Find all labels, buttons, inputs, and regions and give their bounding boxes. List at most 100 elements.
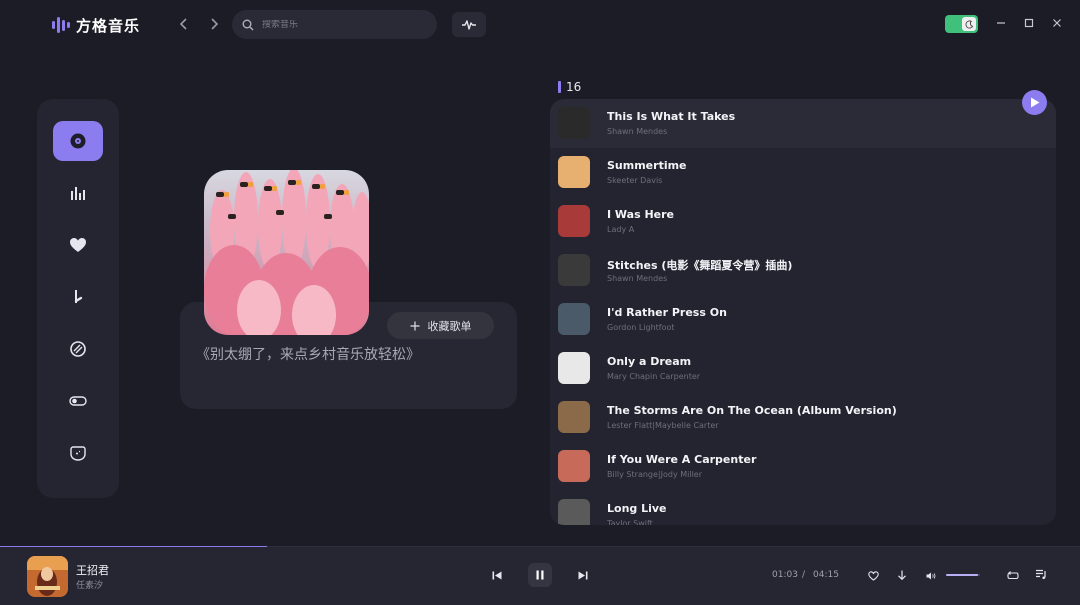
sidebar-item-music[interactable] xyxy=(53,277,103,317)
disc-icon xyxy=(70,133,86,149)
track-artist: Taylor Swift xyxy=(607,519,653,525)
track-title: If You Were A Carpenter xyxy=(607,453,757,466)
track-title: Only a Dream xyxy=(607,355,692,368)
track-artist: Lester Flatt|Maybelle Carter xyxy=(607,421,719,430)
playlist-description: 《别太绷了，来点乡村音乐放轻松》 xyxy=(196,347,420,363)
audio-wave-button[interactable] xyxy=(452,12,486,37)
toggle-icon xyxy=(69,396,87,406)
sidebar xyxy=(37,99,119,498)
pause-button[interactable] xyxy=(528,563,552,587)
app-logo: 方格音乐 xyxy=(52,14,140,36)
track-row[interactable]: I Was Here Lady A xyxy=(550,197,1056,246)
search-icon xyxy=(242,19,254,30)
track-title: I Was Here xyxy=(607,208,675,221)
track-artist: Gordon Lightfoot xyxy=(607,323,675,332)
logo-icon xyxy=(52,16,70,34)
next-button[interactable] xyxy=(575,568,591,582)
sidebar-item-albums[interactable] xyxy=(53,329,103,369)
music-note-icon xyxy=(74,290,83,303)
track-artist: Shawn Mendes xyxy=(607,274,668,283)
sidebar-item-settings-toggle[interactable] xyxy=(53,381,103,421)
total-time: 04:15 xyxy=(813,570,839,580)
download-button[interactable] xyxy=(895,569,909,582)
track-thumbnail xyxy=(558,205,590,237)
badge-icon xyxy=(70,446,86,461)
track-thumbnail xyxy=(558,352,590,384)
track-row[interactable]: Summertime Skeeter Davis xyxy=(550,148,1056,197)
vinyl-icon xyxy=(70,341,86,357)
waveform-icon xyxy=(462,19,476,30)
plus-icon xyxy=(410,321,419,330)
minimize-button[interactable] xyxy=(993,15,1009,31)
track-count-value: 16 xyxy=(566,80,582,94)
search-input[interactable] xyxy=(262,19,412,30)
track-list: This Is What It Takes Shawn Mendes Summert… xyxy=(550,99,1056,525)
repeat-icon xyxy=(1007,570,1019,579)
now-playing-cover[interactable] xyxy=(27,556,68,597)
volume-icon xyxy=(926,572,936,579)
track-thumbnail xyxy=(558,401,590,433)
heart-outline-icon xyxy=(867,570,879,581)
chart-icon xyxy=(71,187,85,200)
track-title: This Is What It Takes xyxy=(607,110,736,123)
track-row[interactable]: Only a Dream Mary Chapin Carpenter xyxy=(550,344,1056,393)
track-artist: Lady A xyxy=(607,225,635,234)
playlist-cover xyxy=(204,170,369,335)
current-time: 01:03 xyxy=(772,570,798,580)
playlist-queue-button[interactable] xyxy=(1034,568,1048,581)
theme-toggle[interactable] xyxy=(945,15,978,33)
back-button[interactable] xyxy=(174,14,194,34)
track-title: The Storms Are On The Ocean (Album Versi… xyxy=(607,404,897,417)
like-button[interactable] xyxy=(866,569,880,582)
track-row[interactable]: The Storms Are On The Ocean (Album Versi… xyxy=(550,393,1056,442)
previous-button[interactable] xyxy=(489,568,505,582)
skip-next-icon xyxy=(578,571,588,579)
pause-icon xyxy=(536,570,544,580)
track-thumbnail xyxy=(558,254,590,286)
track-title: Summertime xyxy=(607,159,687,172)
track-count: 16 xyxy=(558,80,581,94)
close-button[interactable] xyxy=(1049,15,1065,31)
track-row[interactable]: If You Were A Carpenter Billy Strange|Jod… xyxy=(550,442,1056,491)
time-separator: / xyxy=(802,570,806,580)
play-icon xyxy=(1030,97,1039,108)
play-all-button[interactable] xyxy=(1022,90,1047,115)
queue-icon xyxy=(1036,569,1046,580)
sidebar-item-favorites[interactable] xyxy=(53,225,103,265)
track-artist: Mary Chapin Carpenter xyxy=(607,372,701,381)
search-box[interactable] xyxy=(232,10,437,39)
track-thumbnail xyxy=(558,450,590,482)
track-row[interactable]: I'd Rather Press On Gordon Lightfoot xyxy=(550,295,1056,344)
now-playing-artist: 任素汐 xyxy=(76,581,104,591)
track-artist: Shawn Mendes xyxy=(607,127,668,136)
skip-previous-icon xyxy=(492,571,502,579)
track-row[interactable]: Long Live Taylor Swift xyxy=(550,491,1056,525)
volume-slider[interactable] xyxy=(946,574,980,576)
moon-icon xyxy=(962,17,976,31)
app-name: 方格音乐 xyxy=(76,16,141,35)
sidebar-item-discover[interactable] xyxy=(53,121,103,161)
repeat-button[interactable] xyxy=(1006,569,1020,582)
track-thumbnail xyxy=(558,303,590,335)
track-row[interactable]: This Is What It Takes Shawn Mendes xyxy=(550,99,1056,148)
now-playing-title: 王招君 xyxy=(76,564,109,577)
sidebar-item-badge[interactable] xyxy=(53,433,103,473)
sidebar-item-charts[interactable] xyxy=(53,173,103,213)
track-thumbnail xyxy=(558,499,590,525)
volume-slider-fill xyxy=(946,574,979,576)
track-title: Stitches (电影《舞蹈夏令营》插曲) xyxy=(607,259,793,272)
maximize-button[interactable] xyxy=(1021,15,1037,31)
heart-icon xyxy=(70,238,86,252)
track-title: Long Live xyxy=(607,502,667,515)
volume-button[interactable] xyxy=(925,570,937,581)
track-row[interactable]: Stitches (电影《舞蹈夏令营》插曲) Shawn Mendes xyxy=(550,246,1056,295)
forward-button[interactable] xyxy=(204,14,224,34)
favorite-playlist-label: 收藏歌单 xyxy=(427,319,472,333)
track-artist: Skeeter Davis xyxy=(607,176,663,185)
download-icon xyxy=(898,570,906,581)
track-thumbnail xyxy=(558,107,590,139)
track-artist: Billy Strange|Jody Miller xyxy=(607,470,702,479)
track-thumbnail xyxy=(558,156,590,188)
track-title: I'd Rather Press On xyxy=(607,306,727,319)
favorite-playlist-button[interactable]: 收藏歌单 xyxy=(387,312,494,339)
